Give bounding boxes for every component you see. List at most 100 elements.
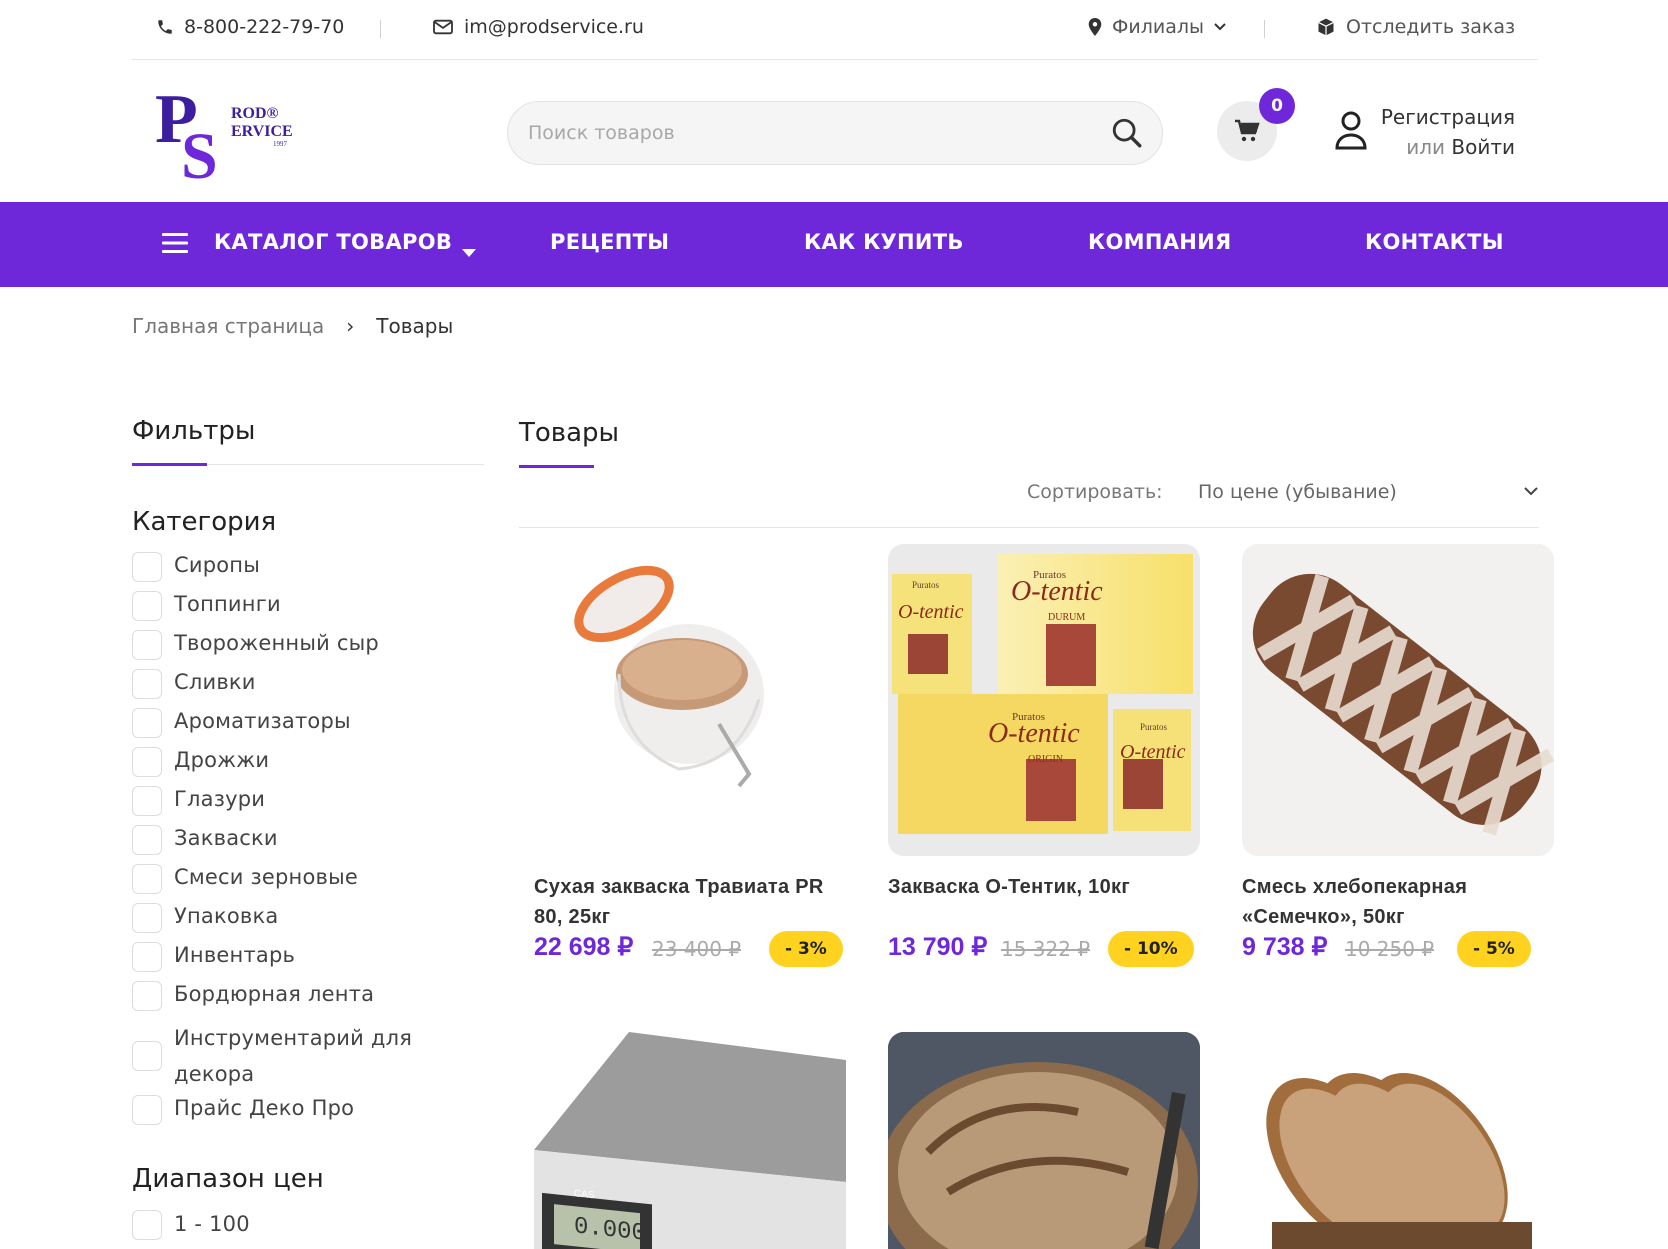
menu-icon[interactable] xyxy=(162,231,188,259)
category-item[interactable]: Топпинги xyxy=(132,591,281,621)
category-item[interactable]: Смеси зерновые xyxy=(132,864,358,894)
discount-badge: - 3% xyxy=(769,931,843,967)
checkbox[interactable] xyxy=(132,552,162,582)
nav-recipes[interactable]: РЕЦЕПТЫ xyxy=(550,230,669,254)
svg-text:S: S xyxy=(181,120,218,180)
product-old-price: 15 322 ₽ xyxy=(1001,937,1091,961)
checkbox[interactable] xyxy=(132,981,162,1011)
search-icon xyxy=(1112,118,1142,148)
product-old-price: 23 400 ₽ xyxy=(652,937,742,961)
product-name[interactable]: Смесь хлебопекарная «Семечко», 50кг xyxy=(1242,872,1554,932)
track-order-link[interactable]: Отследить заказ xyxy=(1316,16,1515,38)
main-nav: КАТАЛОГ ТОВАРОВ РЕЦЕПТЫ КАК КУПИТЬ КОМПА… xyxy=(0,202,1668,287)
category-item[interactable]: Инвентарь xyxy=(132,942,295,972)
category-item[interactable]: Сливки xyxy=(132,669,256,699)
category-item[interactable]: Бордюрная лента xyxy=(132,981,374,1011)
products-title: Товары xyxy=(519,418,620,448)
category-label: Упаковка xyxy=(174,904,279,928)
nav-company[interactable]: КОМПАНИЯ xyxy=(1088,230,1231,254)
mail-icon xyxy=(433,19,453,35)
sort-value: По цене (убывание) xyxy=(1198,481,1397,503)
category-label: Сиропы xyxy=(174,553,260,577)
checkbox[interactable] xyxy=(132,903,162,933)
category-label: Топпинги xyxy=(174,592,281,616)
checkbox[interactable] xyxy=(132,942,162,972)
product-card[interactable]: 0.000 CAS xyxy=(534,1032,846,1249)
checkbox[interactable] xyxy=(132,591,162,621)
checkbox[interactable] xyxy=(132,864,162,894)
checkbox[interactable] xyxy=(132,786,162,816)
email-link[interactable]: im@prodservice.ru xyxy=(432,16,644,38)
filters-underline xyxy=(132,463,207,466)
sort-select[interactable]: По цене (убывание) xyxy=(1198,481,1538,503)
divider xyxy=(380,20,381,38)
nav-catalog[interactable]: КАТАЛОГ ТОВАРОВ xyxy=(214,230,452,254)
product-image[interactable] xyxy=(534,544,846,856)
product-card[interactable]: Смесь хлебопекарная «Семечко», 50кг 9 73… xyxy=(1242,544,1554,967)
product-card[interactable] xyxy=(1242,1032,1554,1249)
product-image[interactable]: 0.000 CAS xyxy=(534,1032,846,1249)
track-order-label: Отследить заказ xyxy=(1346,16,1516,38)
product-image[interactable] xyxy=(1242,1032,1554,1249)
category-item[interactable]: Упаковка xyxy=(132,903,278,933)
checkbox[interactable] xyxy=(132,825,162,855)
cart-button[interactable]: 0 xyxy=(1217,88,1295,161)
nav-contacts[interactable]: КОНТАКТЫ xyxy=(1365,230,1504,254)
checkbox[interactable] xyxy=(132,747,162,777)
pack-brand: Puratos xyxy=(912,580,939,590)
logo[interactable]: P S ROD® ERVICE 1997 xyxy=(155,80,295,193)
price-range-title: Диапазон цен xyxy=(132,1164,324,1194)
product-card[interactable]: O-tentic Puratos DURUM O-tentic Puratos … xyxy=(888,544,1200,967)
product-card[interactable] xyxy=(888,1032,1200,1249)
category-item[interactable]: Сиропы xyxy=(132,552,260,582)
checkbox[interactable] xyxy=(132,1041,162,1071)
category-label: Прайс Деко Про xyxy=(174,1096,355,1120)
logo-graphic: P S ROD® ERVICE 1997 xyxy=(155,81,293,193)
product-image[interactable]: O-tentic Puratos DURUM O-tentic Puratos … xyxy=(888,544,1200,856)
category-item[interactable]: Прайс Деко Про xyxy=(132,1095,354,1125)
phone-number: 8-800-222-79-70 xyxy=(184,16,345,38)
pack-variant: DURUM xyxy=(1048,612,1085,623)
sort-divider xyxy=(519,527,1539,528)
price-range-1[interactable]: 1 - 100 xyxy=(132,1210,250,1240)
email-address: im@prodservice.ru xyxy=(464,16,644,38)
product-price: 13 790 ₽ xyxy=(888,933,988,961)
category-label: Закваски xyxy=(174,826,278,850)
product-price: 9 738 ₽ xyxy=(1242,933,1328,961)
category-item[interactable]: Твороженный сыр xyxy=(132,630,379,660)
product-card[interactable]: Сухая закваска Травиата PR 80, 25кг 22 6… xyxy=(534,544,846,967)
checkbox[interactable] xyxy=(132,630,162,660)
search-input[interactable] xyxy=(528,122,1088,144)
breadcrumb-home[interactable]: Главная страница xyxy=(132,314,324,338)
category-item[interactable]: Глазури xyxy=(132,786,265,816)
checkbox[interactable] xyxy=(132,1095,162,1125)
scale-brand: CAS xyxy=(574,1188,595,1201)
login-link[interactable]: Войти xyxy=(1451,135,1515,159)
product-name[interactable]: Сухая закваска Травиата PR 80, 25кг xyxy=(534,872,846,932)
price-range-label: 1 - 100 xyxy=(174,1212,250,1236)
category-item[interactable]: Инструментарий для декора xyxy=(132,1020,424,1092)
category-item[interactable]: Закваски xyxy=(132,825,278,855)
category-label: Инструментарий для декора xyxy=(174,1026,413,1086)
cart-count-badge: 0 xyxy=(1259,88,1295,124)
nav-how-to-buy[interactable]: КАК КУПИТЬ xyxy=(804,230,964,254)
phone-icon xyxy=(158,20,172,34)
product-name[interactable]: Закваска О-Тентик, 10кг xyxy=(888,872,1200,902)
phone-link[interactable]: 8-800-222-79-70 xyxy=(156,16,344,38)
product-image[interactable] xyxy=(1242,544,1554,856)
search-box xyxy=(507,101,1163,165)
category-label: Дрожжи xyxy=(174,748,270,772)
caret-down-icon[interactable] xyxy=(462,242,476,261)
product-price: 22 698 ₽ xyxy=(534,933,634,961)
search-button[interactable] xyxy=(1110,116,1144,154)
checkbox[interactable] xyxy=(132,708,162,738)
category-item[interactable]: Ароматизаторы xyxy=(132,708,351,738)
category-item[interactable]: Дрожжи xyxy=(132,747,269,777)
checkbox[interactable] xyxy=(132,669,162,699)
product-image[interactable] xyxy=(888,1032,1200,1249)
branches-dropdown[interactable]: Филиалы xyxy=(1088,16,1226,38)
checkbox[interactable] xyxy=(132,1210,162,1240)
cart-icon xyxy=(1235,119,1260,142)
register-link[interactable]: Регистрация xyxy=(1360,102,1515,132)
or-text: или xyxy=(1406,135,1452,159)
